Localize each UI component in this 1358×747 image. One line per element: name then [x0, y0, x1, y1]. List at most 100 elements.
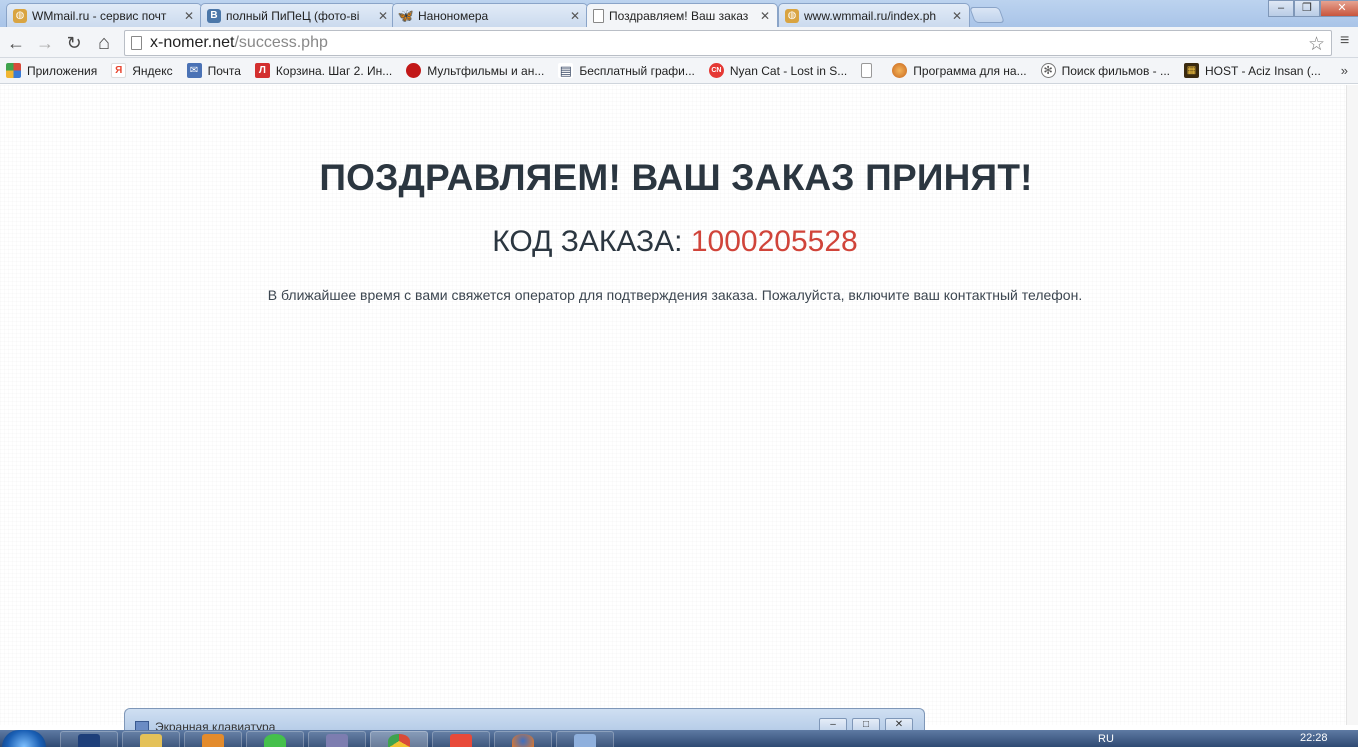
bookmark-mail[interactable]: ✉ Почта [186, 63, 241, 78]
page-scrollbar[interactable] [1346, 85, 1358, 725]
confirmation-note: В ближайшее время с вами свяжется операт… [267, 287, 1083, 303]
chrome-icon [388, 734, 410, 747]
taskbar-winamp[interactable] [308, 731, 366, 747]
folder-icon [140, 734, 162, 747]
close-icon[interactable]: ✕ [377, 9, 389, 23]
bookmark-label: Nyan Cat - Lost in S... [729, 63, 848, 78]
keyboard-icon [574, 734, 596, 747]
url-host: x-nomer.net [150, 34, 235, 51]
bookmarks-overflow-button[interactable]: » [1341, 63, 1348, 78]
address-bar[interactable]: x-nomer.net/success.php ☆ [124, 30, 1332, 56]
start-button[interactable] [2, 730, 46, 747]
tab-wmmail-index[interactable]: ◍ www.wmmail.ru/index.ph ✕ [778, 3, 970, 27]
back-arrow-icon: ← [7, 32, 25, 53]
new-tab-button[interactable] [969, 7, 1005, 23]
order-code-line: КОД ЗАКАЗА: 1000205528 [0, 225, 1350, 259]
bookmark-label: Программа для на... [913, 63, 1027, 78]
taskbar-yandex-browser[interactable] [432, 731, 490, 747]
taskbar-photoshop[interactable] [60, 731, 118, 747]
vk-icon: В [207, 8, 221, 23]
reload-button[interactable]: ↻ [62, 31, 86, 55]
window-controls: – ❐ ✕ [1268, 0, 1358, 18]
cn-icon: CN [708, 63, 724, 78]
bookmark-blank[interactable] [861, 63, 878, 78]
tab-strip: ◍ WMmail.ru - сервис почт ✕ В полный ПиП… [0, 0, 1358, 28]
page-icon [593, 9, 604, 23]
globe-icon: ◍ [785, 8, 799, 23]
bookmark-label: Почта [207, 63, 241, 78]
bookmark-star-icon[interactable]: ☆ [1308, 33, 1325, 56]
bookmark-nyan-cat[interactable]: CN Nyan Cat - Lost in S... [708, 63, 848, 78]
l-logo-icon: Л [254, 63, 270, 78]
apps-icon [6, 63, 21, 78]
home-button[interactable]: ⌂ [92, 31, 116, 55]
forward-button[interactable]: → [33, 31, 57, 55]
page-icon [861, 63, 873, 78]
bookmark-label: HOST - Aciz Insan (... [1205, 63, 1321, 78]
bookmark-cartoons[interactable]: Мультфильмы и ан... [406, 63, 544, 78]
icq-icon [264, 734, 286, 747]
order-code-value: 1000205528 [690, 225, 858, 258]
bookmark-apps[interactable]: Приложения [6, 63, 97, 78]
chrome-menu-button[interactable]: ≡ [1340, 32, 1358, 54]
tab-success-active[interactable]: Поздравляем! Ваш заказ ✕ [586, 3, 778, 28]
tab-vk[interactable]: В полный ПиПеЦ (фото-ві ✕ [200, 3, 396, 27]
winamp-icon [326, 734, 348, 747]
taskbar-firefox[interactable] [494, 731, 552, 747]
forward-arrow-icon: → [36, 32, 54, 53]
bookmark-cart[interactable]: Л Корзина. Шаг 2. Ин... [254, 63, 393, 78]
tab-title: www.wmmail.ru/index.ph [804, 8, 937, 23]
tab-wmmail[interactable]: ◍ WMmail.ru - сервис почт ✕ [6, 3, 202, 27]
taskbar-media-player[interactable] [184, 731, 242, 747]
reload-icon: ↻ [66, 32, 82, 53]
taskbar: RU 22:28 [0, 730, 1358, 747]
bookmark-films[interactable]: ✻ Поиск фильмов - ... [1040, 63, 1170, 78]
orange-circle-icon [892, 63, 908, 78]
media-player-icon [202, 734, 224, 747]
mail-icon: ✉ [186, 63, 202, 78]
close-icon[interactable]: ✕ [759, 9, 771, 23]
maximize-button[interactable]: ❐ [1294, 0, 1320, 17]
bookmarks-bar: Приложения Я Яндекс ✉ Почта Л Корзина. Ш… [0, 58, 1358, 84]
close-window-button[interactable]: ✕ [1320, 0, 1358, 17]
bookmark-program[interactable]: Программа для на... [892, 63, 1027, 78]
close-icon[interactable]: ✕ [183, 9, 195, 23]
page-content: ПОЗДРАВЛЯЕМ! ВАШ ЗАКАЗ ПРИНЯТ! КОД ЗАКАЗ… [0, 85, 1346, 725]
bookmark-label: Бесплатный графи... [579, 63, 695, 78]
taskbar-osk[interactable] [556, 731, 614, 747]
photoshop-icon [78, 734, 100, 747]
taskbar-chrome[interactable] [370, 731, 428, 747]
minimize-button[interactable]: – [1268, 0, 1294, 17]
butterfly-icon: 🦋 [397, 7, 415, 23]
back-button[interactable]: ← [4, 31, 28, 55]
taskbar-explorer[interactable] [122, 731, 180, 747]
yandex-icon: Я [111, 63, 127, 78]
order-code-label: КОД ЗАКАЗА: [492, 225, 683, 258]
bookmark-label: Приложения [27, 63, 98, 78]
bookmark-label: Мультфильмы и ан... [427, 63, 545, 78]
home-icon: ⌂ [97, 31, 111, 54]
url-path: /success.php [234, 34, 328, 51]
bookmark-yandex[interactable]: Я Яндекс [111, 63, 173, 78]
red-ball-icon [406, 63, 422, 78]
firefox-icon [512, 734, 534, 747]
browser-toolbar: ← → ↻ ⌂ x-nomer.net/success.php ☆ ≡ [0, 27, 1358, 58]
bookmark-label: Поиск фильмов - ... [1061, 63, 1170, 78]
bookmark-graphics[interactable]: ▤ Бесплатный графи... [558, 63, 695, 78]
language-indicator[interactable]: RU [1098, 733, 1114, 745]
page-icon [131, 36, 142, 50]
clock[interactable]: 22:28 [1300, 732, 1328, 744]
tab-nanonomera[interactable]: 🦋 Нанономера ✕ [392, 3, 588, 27]
tab-title: WMmail.ru - сервис почт [32, 8, 167, 23]
bookmark-host[interactable]: ▦ HOST - Aciz Insan (... [1184, 63, 1321, 78]
on-screen-keyboard-window[interactable]: Экранная клавиатура – □ ✕ [124, 708, 925, 734]
chart-icon: ▤ [558, 62, 574, 78]
yandex-browser-icon [450, 734, 472, 747]
host-icon: ▦ [1184, 63, 1199, 78]
close-icon[interactable]: ✕ [951, 9, 963, 23]
bookmark-label: Яндекс [132, 63, 173, 78]
close-icon[interactable]: ✕ [569, 9, 581, 23]
taskbar-icq[interactable] [246, 731, 304, 747]
page-title: ПОЗДРАВЛЯЕМ! ВАШ ЗАКАЗ ПРИНЯТ! [319, 157, 1033, 198]
bookmark-label: Корзина. Шаг 2. Ин... [275, 63, 393, 78]
